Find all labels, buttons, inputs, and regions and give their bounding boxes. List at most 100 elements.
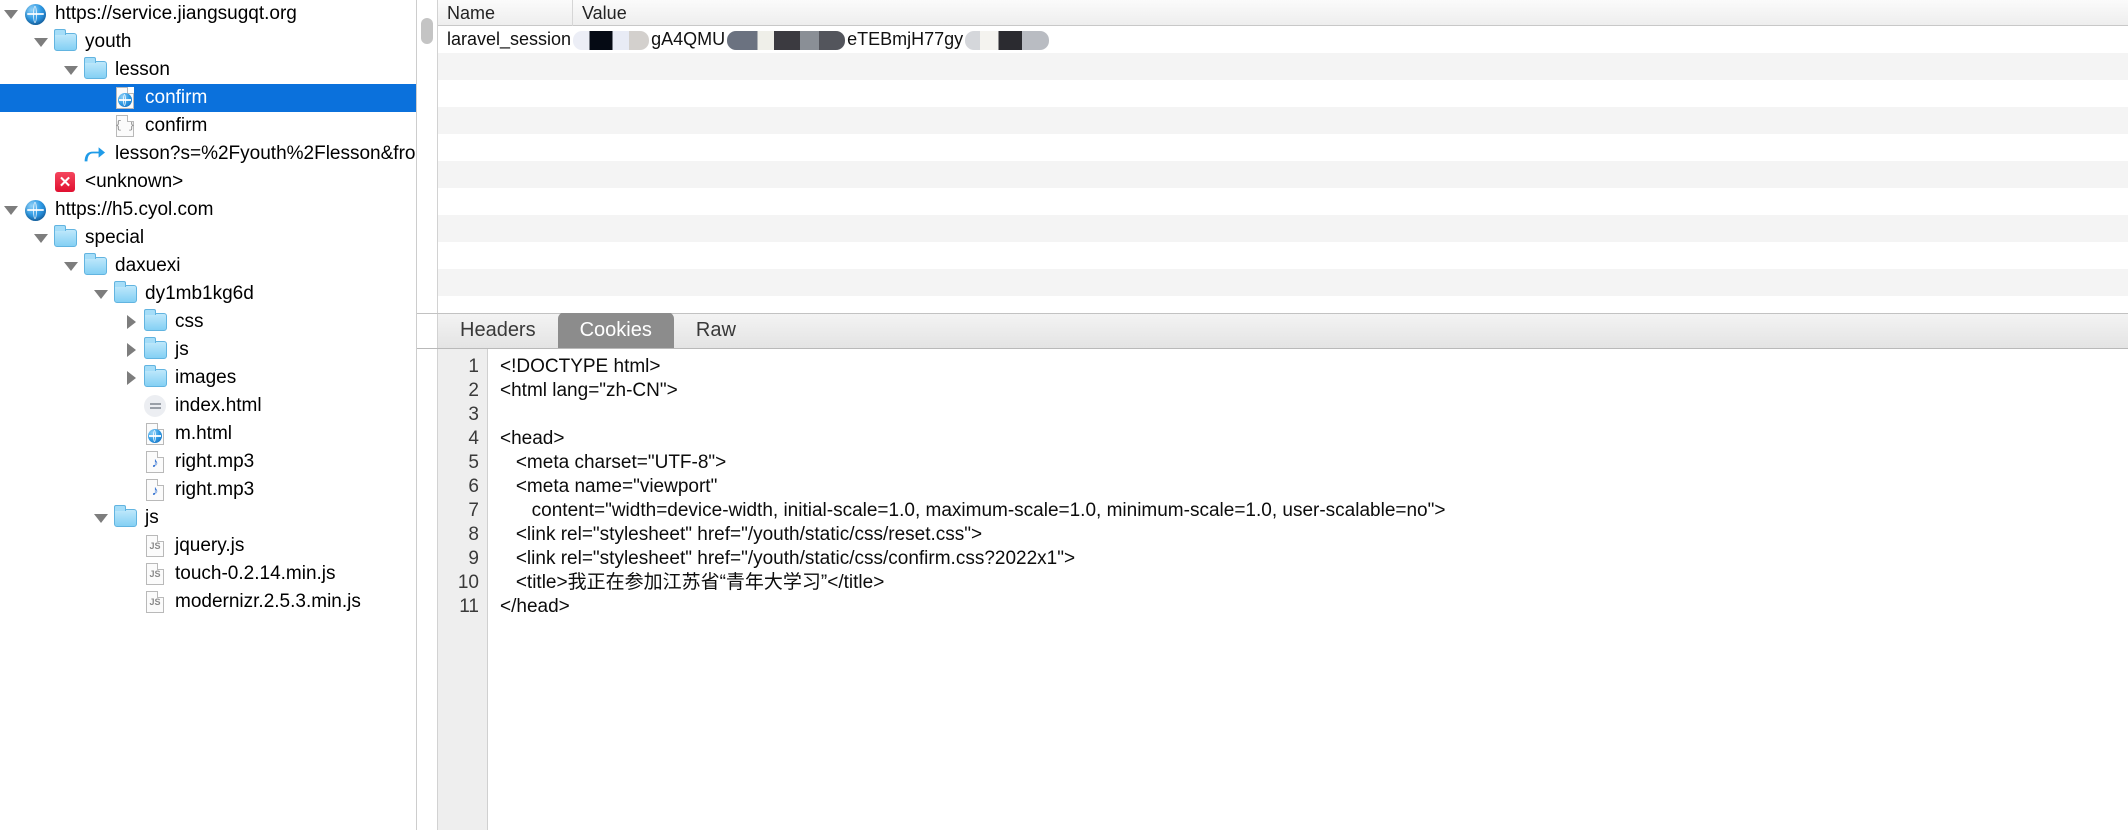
twisty-placeholder	[30, 168, 52, 196]
twisty-placeholder	[120, 560, 142, 588]
folder-icon	[52, 29, 78, 55]
tree-item-label: confirm	[145, 115, 208, 136]
chevron-down-icon[interactable]	[0, 196, 22, 224]
source-line: content="width=device-width, initial-sca…	[500, 500, 1446, 521]
chevron-down-icon[interactable]	[0, 0, 22, 28]
scrollbar-thumb[interactable]	[421, 18, 433, 44]
folder-icon	[142, 309, 168, 335]
tree-item-right-mp3[interactable]: ♪ right.mp3	[0, 476, 417, 504]
generic-document-icon	[142, 393, 168, 419]
audio-file-icon: ♪	[142, 449, 168, 475]
tree-item-label: css	[175, 311, 204, 332]
tab-bar-gutter	[417, 314, 438, 348]
source-line: <title>我正在参加江苏省“青年大学习”</title>	[500, 572, 885, 593]
line-number: 11	[459, 596, 479, 617]
twisty-placeholder	[120, 588, 142, 616]
tree-item-label: touch-0.2.14.min.js	[175, 563, 336, 584]
chevron-down-icon[interactable]	[30, 224, 52, 252]
tree-item-right-mp3[interactable]: ♪ right.mp3	[0, 448, 417, 476]
audio-file-icon: ♪	[142, 477, 168, 503]
tree-item-m-html[interactable]: m.html	[0, 420, 417, 448]
cookie-empty-row[interactable]	[438, 188, 2128, 215]
cookies-scrollbar[interactable]	[417, 0, 438, 313]
cookie-empty-row[interactable]	[438, 269, 2128, 296]
tree-item-lesson-s-2fyouth-2flesson-from[interactable]: lesson?s=%2Fyouth%2Flesson&from	[0, 140, 417, 168]
source-code-text[interactable]: <!DOCTYPE html> <html lang="zh-CN"> <head>…	[488, 349, 2128, 830]
cookie-row[interactable]: laravel_session gA4QMU eTEBmjH77gy	[438, 26, 2128, 53]
cookie-empty-row[interactable]	[438, 80, 2128, 107]
chevron-down-icon[interactable]	[90, 504, 112, 532]
http-debugger-window: https://service.jiangsugqt.org youth lesso…	[0, 0, 2128, 830]
cookies-table-body[interactable]: laravel_session gA4QMU eTEBmjH77gy	[438, 26, 2128, 313]
tree-item-special[interactable]: special	[0, 224, 417, 252]
chevron-right-icon[interactable]	[120, 308, 142, 336]
column-header-value[interactable]: Value	[573, 0, 2128, 26]
cookie-empty-row[interactable]	[438, 161, 2128, 188]
tree-item-label: daxuexi	[115, 255, 181, 276]
detail-tab-bar[interactable]: Headers Cookies Raw	[417, 312, 2128, 349]
cookie-empty-row[interactable]	[438, 296, 2128, 313]
tree-item-index-html[interactable]: index.html	[0, 392, 417, 420]
response-source-viewer[interactable]: 1 2 3 4 5 6 7 8 9 10 11 <!DOCTYPE html> <html lang=…	[417, 349, 2128, 830]
tree-item-images[interactable]: images	[0, 364, 417, 392]
tree-item-dy1mb1kg6d[interactable]: dy1mb1kg6d	[0, 280, 417, 308]
tree-item-confirm[interactable]: { } confirm	[0, 112, 417, 140]
cookies-table-header: Name Value	[438, 0, 2128, 26]
tree-item-js[interactable]: js	[0, 336, 417, 364]
cookie-empty-row[interactable]	[438, 107, 2128, 134]
cookie-empty-row[interactable]	[438, 242, 2128, 269]
globe-icon	[22, 197, 48, 223]
tab-raw[interactable]: Raw	[674, 312, 758, 348]
column-header-name[interactable]: Name	[438, 0, 573, 26]
tree-item-unknown[interactable]: ✕ <unknown>	[0, 168, 417, 196]
tree-item-label: dy1mb1kg6d	[145, 283, 254, 304]
folder-icon	[112, 505, 138, 531]
cookie-empty-row[interactable]	[438, 53, 2128, 80]
site-tree-list[interactable]: https://service.jiangsugqt.org youth lesso…	[0, 0, 417, 616]
source-line: <html lang="zh-CN">	[500, 380, 678, 401]
tree-item-touch-0-2-14-min-js[interactable]: JS touch-0.2.14.min.js	[0, 560, 417, 588]
cookie-empty-row[interactable]	[438, 134, 2128, 161]
chevron-down-icon[interactable]	[90, 280, 112, 308]
tab-list[interactable]: Headers Cookies Raw	[438, 312, 758, 348]
folder-icon	[112, 281, 138, 307]
folder-icon	[82, 253, 108, 279]
json-document-icon: { }	[112, 113, 138, 139]
tree-item-label: jquery.js	[175, 535, 245, 556]
chevron-down-icon[interactable]	[60, 252, 82, 280]
js-file-icon: JS	[142, 561, 168, 587]
chevron-down-icon[interactable]	[30, 28, 52, 56]
cookies-table-area: Name Value laravel_session gA4QMU eTEBmjH7…	[417, 0, 2128, 313]
tree-item-label: modernizr.2.5.3.min.js	[175, 591, 361, 612]
tree-item-modernizr-2-5-3-min-js[interactable]: JS modernizr.2.5.3.min.js	[0, 588, 417, 616]
tree-item-label: youth	[85, 31, 132, 52]
tree-item-youth[interactable]: youth	[0, 28, 417, 56]
tree-item-https-h5-cyol-com[interactable]: https://h5.cyol.com	[0, 196, 417, 224]
line-number: 1	[468, 356, 479, 377]
chevron-right-icon[interactable]	[120, 364, 142, 392]
tab-headers[interactable]: Headers	[438, 312, 558, 348]
globe-icon	[22, 1, 48, 27]
tree-item-https-service-jiangsugqt-org[interactable]: https://service.jiangsugqt.org	[0, 0, 417, 28]
tab-cookies[interactable]: Cookies	[557, 312, 674, 348]
js-file-icon: JS	[142, 589, 168, 615]
twisty-placeholder	[120, 392, 142, 420]
tree-item-label: https://service.jiangsugqt.org	[55, 3, 297, 24]
tree-item-jquery-js[interactable]: JS jquery.js	[0, 532, 417, 560]
cookie-empty-row[interactable]	[438, 215, 2128, 242]
tree-item-label: special	[85, 227, 145, 248]
line-number: 7	[468, 500, 479, 521]
chevron-right-icon[interactable]	[120, 336, 142, 364]
redacted-block	[727, 30, 846, 50]
html-document-icon	[142, 421, 168, 447]
tree-item-js[interactable]: js	[0, 504, 417, 532]
twisty-placeholder	[120, 532, 142, 560]
chevron-down-icon[interactable]	[60, 56, 82, 84]
source-left-gutter	[417, 349, 438, 830]
tree-item-label: lesson	[115, 59, 170, 80]
tree-item-confirm[interactable]: confirm	[0, 84, 417, 112]
site-tree-panel[interactable]: https://service.jiangsugqt.org youth lesso…	[0, 0, 417, 830]
tree-item-css[interactable]: css	[0, 308, 417, 336]
tree-item-lesson[interactable]: lesson	[0, 56, 417, 84]
tree-item-daxuexi[interactable]: daxuexi	[0, 252, 417, 280]
